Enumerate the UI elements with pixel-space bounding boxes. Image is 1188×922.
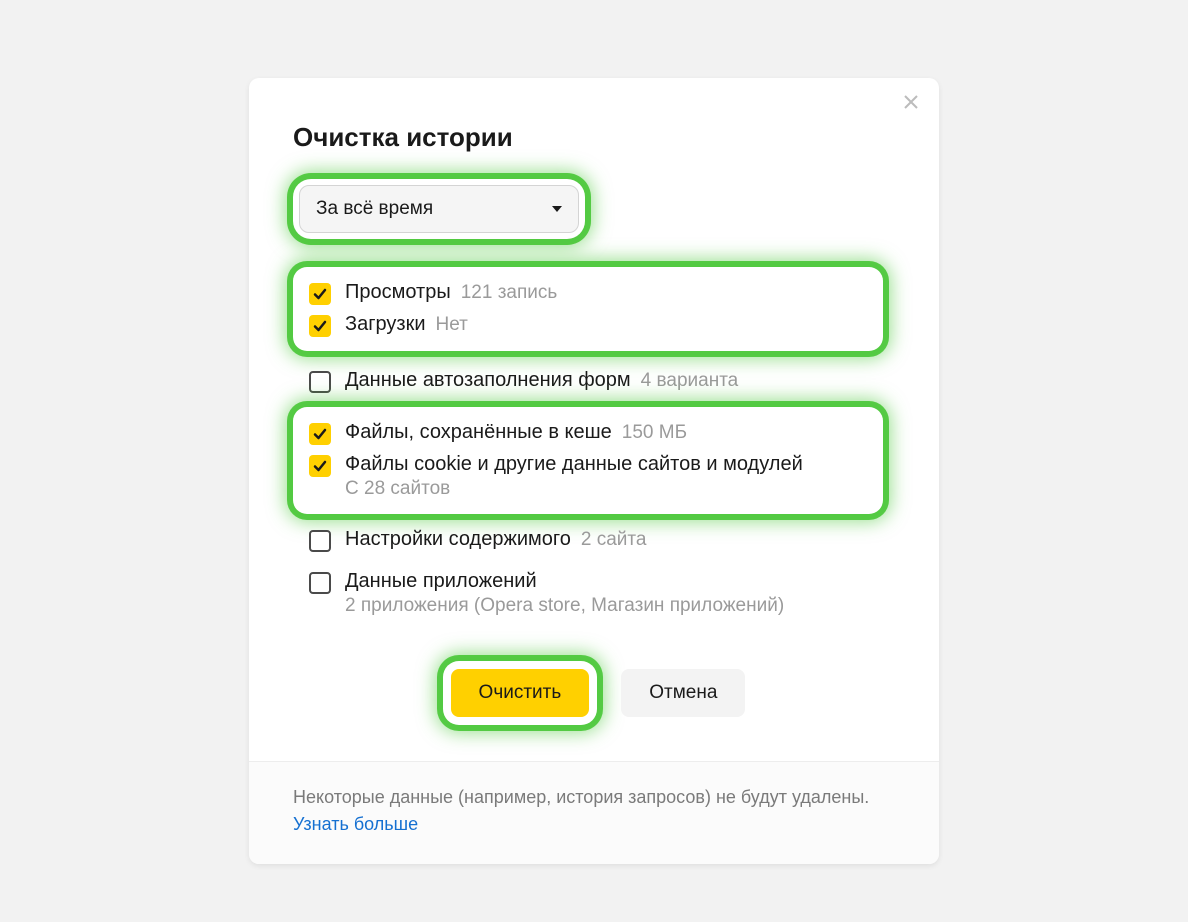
time-range-highlight: За всё время (293, 179, 585, 239)
option-cookies[interactable]: Файлы cookie и другие данные сайтов и мо… (305, 449, 871, 504)
option-content-settings[interactable]: Настройки содержимого 2 сайта (293, 524, 895, 556)
option-hint: 150 МБ (622, 422, 687, 444)
close-icon (903, 94, 919, 110)
checkbox-app-data[interactable] (309, 572, 331, 594)
clear-history-dialog: Очистка истории За всё время Просмотры (249, 78, 939, 864)
checkbox-downloads[interactable] (309, 315, 331, 337)
option-label: Файлы, сохранённые в кеше (345, 421, 612, 444)
learn-more-link[interactable]: Узнать больше (293, 814, 418, 834)
close-button[interactable] (901, 92, 921, 112)
clear-button-highlight: Очистить (443, 661, 598, 725)
option-hint: 4 варианта (641, 370, 739, 392)
options-list: Просмотры 121 запись Загрузки Нет (293, 267, 895, 621)
highlight-group-2: Файлы, сохранённые в кеше 150 МБ Файлы c… (293, 407, 883, 514)
check-icon (313, 427, 327, 441)
check-icon (313, 287, 327, 301)
option-sub: 2 приложения (Opera store, Магазин прило… (345, 595, 784, 617)
option-label: Загрузки (345, 313, 426, 336)
option-hint: Нет (436, 314, 468, 336)
checkbox-cache[interactable] (309, 423, 331, 445)
dialog-footer: Некоторые данные (например, история запр… (249, 761, 939, 864)
check-icon (313, 319, 327, 333)
checkbox-cookies[interactable] (309, 455, 331, 477)
option-views[interactable]: Просмотры 121 запись (305, 277, 871, 309)
checkbox-autofill[interactable] (309, 371, 331, 393)
clear-button[interactable]: Очистить (451, 669, 590, 717)
option-label: Данные приложений (345, 570, 537, 593)
check-icon (313, 459, 327, 473)
cancel-button[interactable]: Отмена (621, 669, 745, 717)
option-label: Файлы cookie и другие данные сайтов и мо… (345, 453, 803, 476)
option-label: Данные автозаполнения форм (345, 369, 631, 392)
dialog-title: Очистка истории (293, 122, 895, 153)
option-hint: 2 сайта (581, 529, 647, 551)
option-label: Настройки содержимого (345, 528, 571, 551)
chevron-down-icon (552, 206, 562, 212)
option-app-data[interactable]: Данные приложений 2 приложения (Opera st… (293, 566, 895, 621)
option-hint: 121 запись (461, 282, 558, 304)
time-range-dropdown[interactable]: За всё время (299, 185, 579, 233)
checkbox-content-settings[interactable] (309, 530, 331, 552)
option-sub: С 28 сайтов (345, 478, 803, 500)
checkbox-views[interactable] (309, 283, 331, 305)
option-cache[interactable]: Файлы, сохранённые в кеше 150 МБ (305, 417, 871, 449)
option-label: Просмотры (345, 281, 451, 304)
time-range-value: За всё время (316, 198, 433, 220)
option-autofill[interactable]: Данные автозаполнения форм 4 варианта (293, 361, 895, 397)
highlight-group-1: Просмотры 121 запись Загрузки Нет (293, 267, 883, 351)
dialog-buttons: Очистить Отмена (293, 661, 895, 725)
option-downloads[interactable]: Загрузки Нет (305, 309, 871, 341)
footer-text: Некоторые данные (например, история запр… (293, 787, 869, 807)
